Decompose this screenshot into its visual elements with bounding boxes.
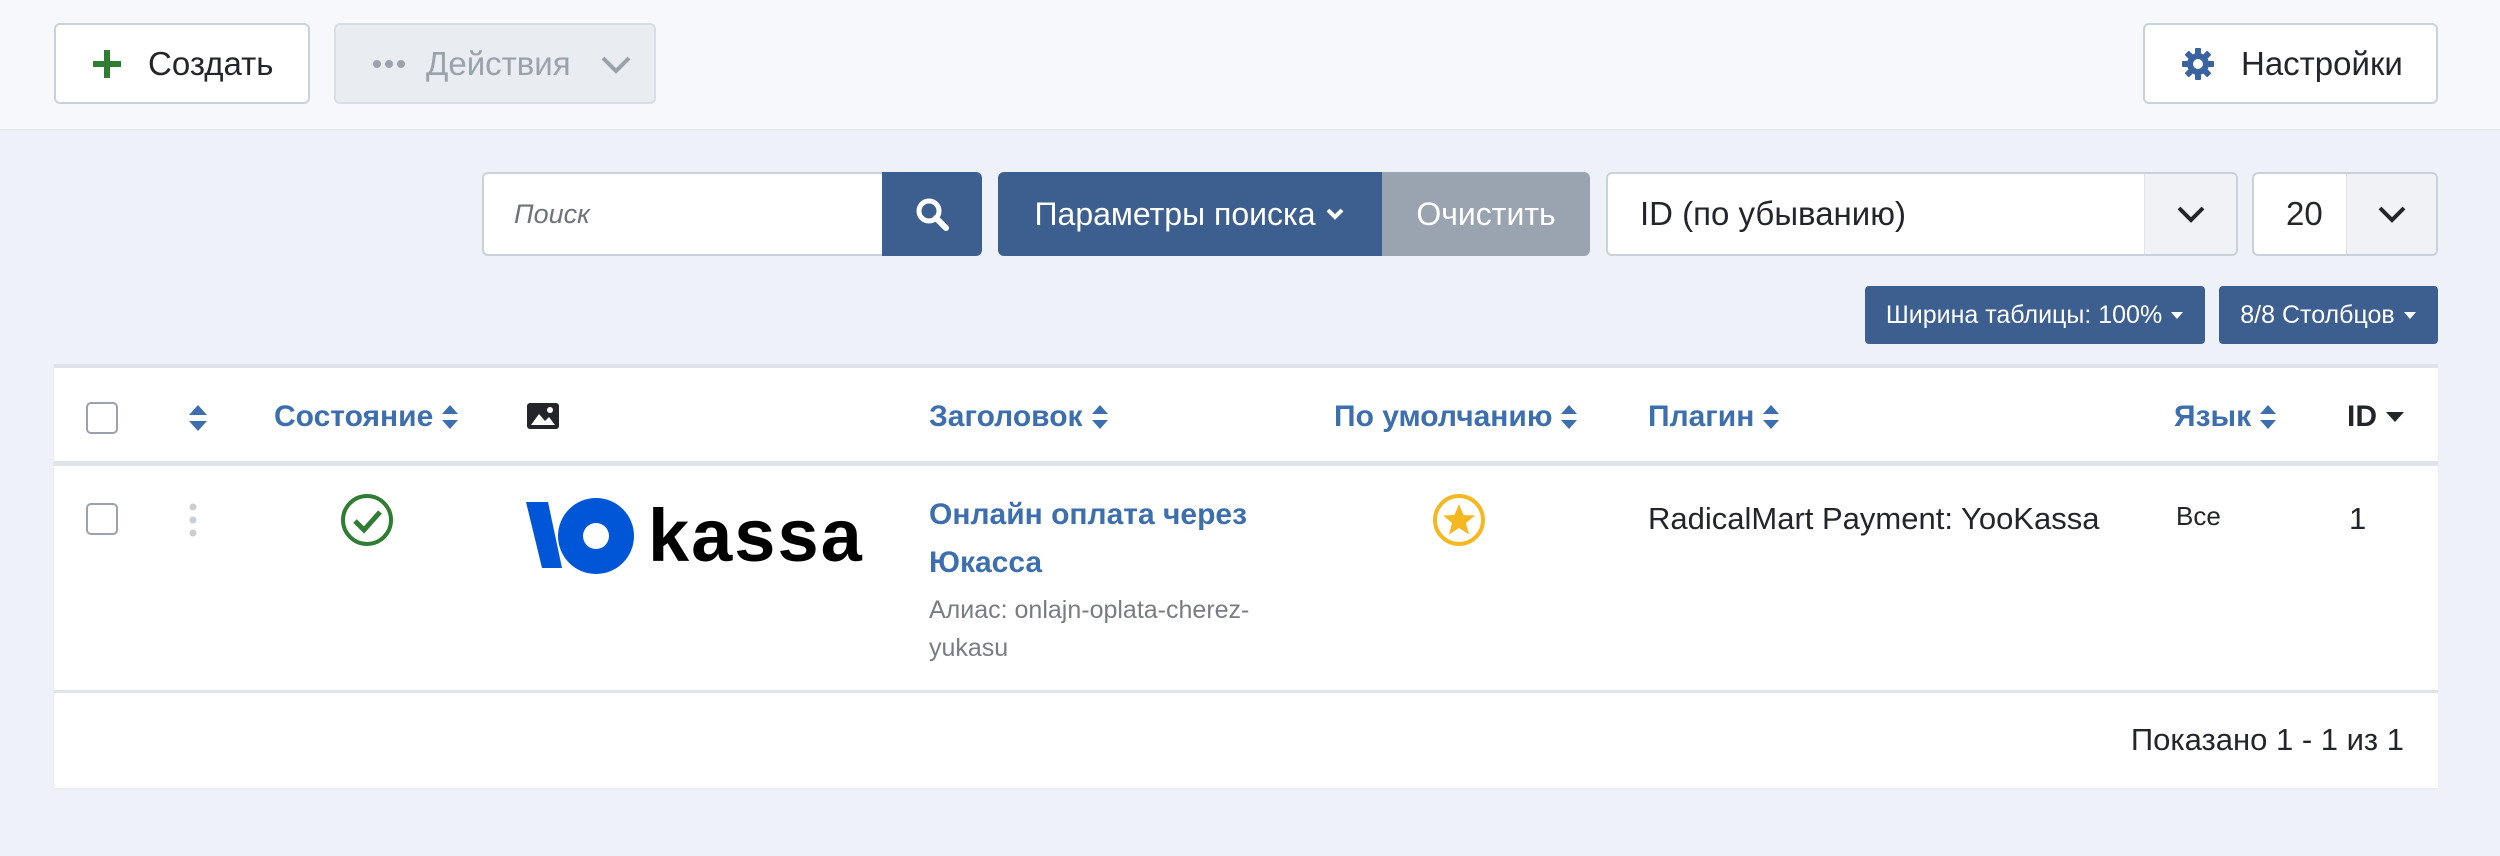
caret-down-icon [2170,310,2184,320]
table-width-label: Ширина таблицы: 100% [1885,300,2163,329]
limit-select-value: 20 [2286,195,2323,232]
payment-logo-image: kassa [526,493,864,578]
check-circle-icon[interactable] [340,493,394,552]
actions-button-label: Действия [426,44,571,82]
columns-button[interactable]: 8/8 Столбцов [2219,286,2438,344]
sort-icon [2259,404,2277,430]
search-input[interactable] [482,172,884,256]
table-width-button[interactable]: Ширина таблицы: 100% [1865,286,2205,344]
columns-label: 8/8 Столбцов [2240,300,2395,329]
item-title-link[interactable]: Онлайн оплата через Юкасса [929,491,1289,587]
chevron-down-icon [2346,174,2436,254]
gear-icon [2181,47,2215,81]
logo-wordmark: kassa [648,494,864,577]
items-table: Состояние Заголовок По умолчанию Плагин [54,364,2438,788]
search-params-button[interactable]: Параметры поиска [998,172,1382,256]
limit-select[interactable]: 20 [2252,172,2438,256]
create-button-label: Создать [148,44,274,82]
yoomoney-logo-icon [526,497,634,574]
sort-icon [188,404,208,432]
sort-icon [1762,404,1780,430]
item-alias: Алиас: onlajn-oplata-cherez- yukasu [929,596,1250,662]
header-state[interactable]: Состояние [274,400,459,434]
image-icon [526,402,560,430]
order-select-value: ID (по убыванию) [1640,195,1906,232]
select-all-checkbox[interactable] [86,402,118,434]
sort-icon [441,404,459,430]
toolbar: Создать Действия Настройки [0,0,2500,130]
header-language[interactable]: Язык [2174,400,2277,434]
clear-button[interactable]: Очистить [1382,172,1590,256]
drag-handle-icon[interactable] [188,503,198,542]
clear-button-label: Очистить [1416,195,1556,232]
table-row: kassa Онлайн оплата через Юкасса Алиас: … [54,471,2438,693]
table-header: Состояние Заголовок По умолчанию Плагин [54,368,2438,466]
create-button[interactable]: Создать [54,23,310,104]
search-button[interactable] [882,172,982,256]
pagination-counter: Показано 1 - 1 из 1 [2130,722,2404,757]
sort-icon [1091,404,1109,430]
chevron-down-icon [2144,174,2236,254]
language-value: Все [2176,501,2221,531]
ordering-sort[interactable] [188,404,208,432]
header-title[interactable]: Заголовок [929,400,1109,434]
search-params-label: Параметры поиска [1034,195,1316,232]
settings-button-label: Настройки [2241,44,2403,82]
chevron-down-icon [1325,206,1345,222]
header-default[interactable]: По умолчанию [1334,400,1578,434]
header-plugin[interactable]: Плагин [1648,400,1780,434]
ellipsis-icon [372,59,406,69]
row-checkbox[interactable] [86,503,118,535]
title-cell: Онлайн оплата через Юкасса Алиас: onlajn… [929,491,1289,667]
actions-button[interactable]: Действия [334,23,656,104]
caret-down-icon [2403,310,2417,320]
caret-down-icon [2385,410,2405,424]
order-select[interactable]: ID (по убыванию) [1606,172,2238,256]
item-id: 1 [2349,501,2367,536]
plus-icon [92,49,122,79]
header-id[interactable]: ID [2347,400,2405,434]
settings-button[interactable]: Настройки [2143,23,2438,104]
search-icon [915,197,949,231]
plugin-name: RadicalMart Payment: YooKassa [1648,501,2100,536]
star-icon[interactable] [1432,493,1486,552]
sort-icon [1560,404,1578,430]
chevron-down-icon [600,49,632,79]
